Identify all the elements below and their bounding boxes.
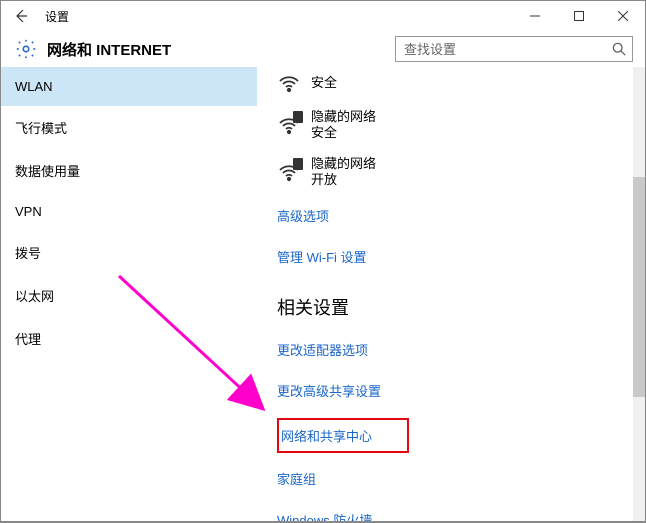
sidebar-item-dialup[interactable]: 拨号 — [1, 231, 257, 274]
sidebar-item-label: 数据使用量 — [15, 164, 80, 179]
sidebar-item-datausage[interactable]: 数据使用量 — [1, 149, 257, 192]
sidebar-item-label: 以太网 — [15, 289, 54, 304]
gear-icon — [15, 38, 37, 60]
link-network-sharing-center[interactable]: 网络和共享中心 — [281, 426, 399, 445]
sidebar-item-proxy[interactable]: 代理 — [1, 317, 257, 360]
sidebar-item-label: 代理 — [15, 332, 41, 347]
network-title: 安全 — [311, 75, 337, 90]
network-item[interactable]: 隐藏的网络 安全 — [277, 109, 645, 142]
sidebar: WLAN 飞行模式 数据使用量 VPN 拨号 以太网 代理 — [1, 67, 257, 522]
network-item[interactable]: 隐藏的网络 开放 — [277, 156, 645, 189]
network-title: 隐藏的网络 — [311, 109, 376, 125]
minimize-button[interactable] — [513, 1, 557, 31]
maximize-button[interactable] — [557, 1, 601, 31]
wifi-icon — [277, 71, 301, 95]
shield-icon — [293, 158, 303, 170]
window-title: 设置 — [41, 8, 69, 25]
network-subtitle: 开放 — [311, 172, 376, 188]
back-button[interactable] — [1, 1, 41, 31]
shield-icon — [293, 111, 303, 123]
link-homegroup[interactable]: 家庭组 — [277, 465, 645, 492]
search-icon — [612, 42, 626, 56]
scrollbar-thumb[interactable] — [633, 177, 645, 397]
link-advanced-sharing[interactable]: 更改高级共享设置 — [277, 377, 645, 404]
sidebar-item-vpn[interactable]: VPN — [1, 192, 257, 231]
sidebar-item-label: 飞行模式 — [15, 121, 67, 136]
search-box[interactable] — [395, 36, 633, 62]
sidebar-item-label: WLAN — [15, 79, 53, 94]
network-item[interactable]: 安全 — [277, 71, 645, 95]
page-title: 网络和 INTERNET — [47, 39, 171, 60]
sidebar-item-ethernet[interactable]: 以太网 — [1, 274, 257, 317]
link-advanced-options[interactable]: 高级选项 — [277, 202, 645, 229]
scrollbar-track[interactable] — [633, 67, 645, 522]
sidebar-item-label: 拨号 — [15, 246, 41, 261]
sidebar-item-label: VPN — [15, 204, 42, 219]
link-manage-wifi[interactable]: 管理 Wi-Fi 设置 — [277, 243, 645, 270]
close-button[interactable] — [601, 1, 645, 31]
sidebar-item-wlan[interactable]: WLAN — [1, 67, 257, 106]
back-arrow-icon — [13, 8, 29, 24]
highlight-box: 网络和共享中心 — [277, 418, 409, 453]
link-change-adapter[interactable]: 更改适配器选项 — [277, 336, 645, 363]
network-title: 隐藏的网络 — [311, 156, 376, 172]
wifi-secured-icon — [277, 113, 301, 137]
sidebar-item-airplane[interactable]: 飞行模式 — [1, 106, 257, 149]
content-pane: 安全 隐藏的网络 安全 — [257, 67, 645, 522]
network-subtitle: 安全 — [311, 125, 376, 141]
wifi-secured-icon — [277, 160, 301, 184]
related-settings-title: 相关设置 — [277, 294, 645, 320]
link-windows-firewall[interactable]: Windows 防火墙 — [277, 506, 645, 522]
search-input[interactable] — [402, 41, 612, 58]
